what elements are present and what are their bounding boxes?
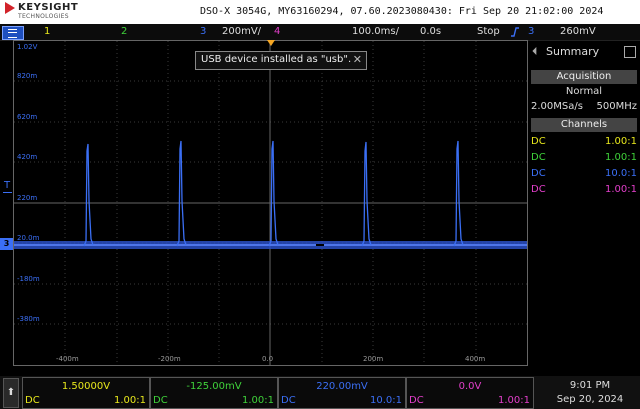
ch1-softkey[interactable]: 1.50000V DC 1.00:1 bbox=[22, 377, 150, 409]
notification-text: USB device installed as "usb". bbox=[201, 54, 352, 65]
ch4-offset: 0.0V bbox=[458, 381, 482, 392]
ch1-softkey-coupling: DC bbox=[25, 395, 40, 406]
ch1-offset: 1.50000V bbox=[61, 381, 111, 392]
model-info: DSO-X 3054G, MY63160294, 07.60.202308043… bbox=[200, 6, 604, 17]
ch1-softkey-probe: 1.00:1 bbox=[114, 395, 146, 406]
clock-time: 9:01 PM bbox=[569, 380, 611, 391]
y-label-1: 1.02V bbox=[17, 43, 38, 51]
x-label-4: 200m bbox=[363, 355, 384, 363]
y-label-4: 420m bbox=[17, 153, 38, 161]
trigger-level-readout[interactable]: 260mV bbox=[560, 26, 596, 37]
close-icon[interactable]: ✕ bbox=[353, 53, 362, 66]
trigger-level-tick bbox=[3, 192, 12, 193]
ch2-softkey[interactable]: -125.00mV DC 1.00:1 bbox=[150, 377, 278, 409]
ch2-softkey-coupling: DC bbox=[153, 395, 168, 406]
summary-label: Summary bbox=[546, 45, 600, 58]
channels-header: Channels bbox=[531, 118, 637, 132]
graticule bbox=[14, 41, 527, 365]
timebase-readout[interactable]: 100.0ms/ bbox=[352, 26, 399, 37]
panel-toggle-icon[interactable] bbox=[624, 46, 636, 58]
ch3-softkey-coupling: DC bbox=[281, 395, 296, 406]
up-arrow-icon[interactable]: ⬆ bbox=[3, 378, 19, 408]
ch3-scale[interactable]: 200mV/ bbox=[222, 26, 261, 37]
summary-panel: ⏴ Summary Acquisition Normal 2.00MSa/s 5… bbox=[528, 41, 640, 364]
summary-header[interactable]: ⏴ Summary bbox=[528, 43, 640, 61]
keysight-wave-icon bbox=[5, 2, 15, 14]
trigger-source[interactable]: 3 bbox=[528, 26, 534, 37]
rising-edge-icon bbox=[511, 27, 519, 37]
run-state[interactable]: Stop bbox=[477, 26, 500, 37]
y-label-5: 220m bbox=[17, 194, 38, 202]
trigger-level-marker[interactable]: T bbox=[4, 180, 10, 191]
acquisition-header: Acquisition bbox=[531, 70, 637, 84]
acquisition-mode: Normal bbox=[565, 86, 603, 97]
ch4-indicator[interactable]: 4 bbox=[274, 26, 280, 37]
ch2-probe: 1.00:1 bbox=[605, 152, 637, 163]
x-label-3: 0.0 bbox=[262, 355, 274, 363]
y-label-7: -180m bbox=[17, 275, 40, 283]
ch2-softkey-probe: 1.00:1 bbox=[242, 395, 274, 406]
menu-icon[interactable] bbox=[2, 26, 24, 40]
logo-subtitle: TECHNOLOGIES bbox=[18, 13, 69, 20]
delay-readout[interactable]: 0.0s bbox=[420, 26, 441, 37]
clock-date: Sep 20, 2024 bbox=[556, 394, 624, 405]
ch2-indicator[interactable]: 2 bbox=[121, 26, 127, 37]
ch3-indicator[interactable]: 3 bbox=[200, 26, 206, 37]
y-label-6: 20.0m bbox=[17, 234, 40, 242]
y-label-8: -380m bbox=[17, 315, 40, 323]
ch3-coupling: DC bbox=[531, 168, 546, 179]
ch1-probe: 1.00:1 bbox=[605, 136, 637, 147]
logo-brand: KEYSIGHT bbox=[18, 2, 79, 13]
channel-status-bar: 1 2 3 200mV/ 4 100.0ms/ 0.0s Stop 3 260m… bbox=[0, 24, 640, 41]
x-label-2: -200m bbox=[158, 355, 181, 363]
ch3-softkey-probe: 10.0:1 bbox=[370, 395, 402, 406]
y-label-2: 820m bbox=[17, 72, 38, 80]
bandwidth: 500MHz bbox=[596, 101, 637, 112]
ch3-probe: 10.0:1 bbox=[605, 168, 637, 179]
waveform-display[interactable]: 1.02V 820m 620m 420m 220m 20.0m -180m -3… bbox=[13, 40, 528, 366]
ch1-coupling: DC bbox=[531, 136, 546, 147]
ch2-offset: -125.00mV bbox=[186, 381, 242, 392]
trigger-position-marker[interactable] bbox=[267, 40, 275, 46]
ch1-indicator[interactable]: 1 bbox=[44, 26, 50, 37]
title-bar: KEYSIGHT TECHNOLOGIES DSO-X 3054G, MY631… bbox=[0, 0, 640, 24]
ch4-coupling: DC bbox=[531, 184, 546, 195]
usb-notification: USB device installed as "usb". ✕ bbox=[195, 51, 367, 70]
keysight-logo: KEYSIGHT TECHNOLOGIES bbox=[4, 2, 96, 22]
ch3-offset: 220.00mV bbox=[316, 381, 368, 392]
chevron-left-icon[interactable]: ⏴ bbox=[532, 45, 538, 59]
ch4-softkey-coupling: DC bbox=[409, 395, 424, 406]
ch2-coupling: DC bbox=[531, 152, 546, 163]
ch4-probe: 1.00:1 bbox=[605, 184, 637, 195]
sample-rate: 2.00MSa/s bbox=[531, 101, 583, 112]
ch3-softkey[interactable]: 220.00mV DC 10.0:1 bbox=[278, 377, 406, 409]
ch4-softkey-probe: 1.00:1 bbox=[498, 395, 530, 406]
y-label-3: 620m bbox=[17, 113, 38, 121]
ch4-softkey[interactable]: 0.0V DC 1.00:1 bbox=[406, 377, 534, 409]
x-label-5: 400m bbox=[465, 355, 486, 363]
ch3-ground-marker[interactable]: 3 bbox=[0, 238, 13, 250]
x-label-1: -400m bbox=[56, 355, 79, 363]
clock: 9:01 PM Sep 20, 2024 bbox=[542, 380, 638, 405]
